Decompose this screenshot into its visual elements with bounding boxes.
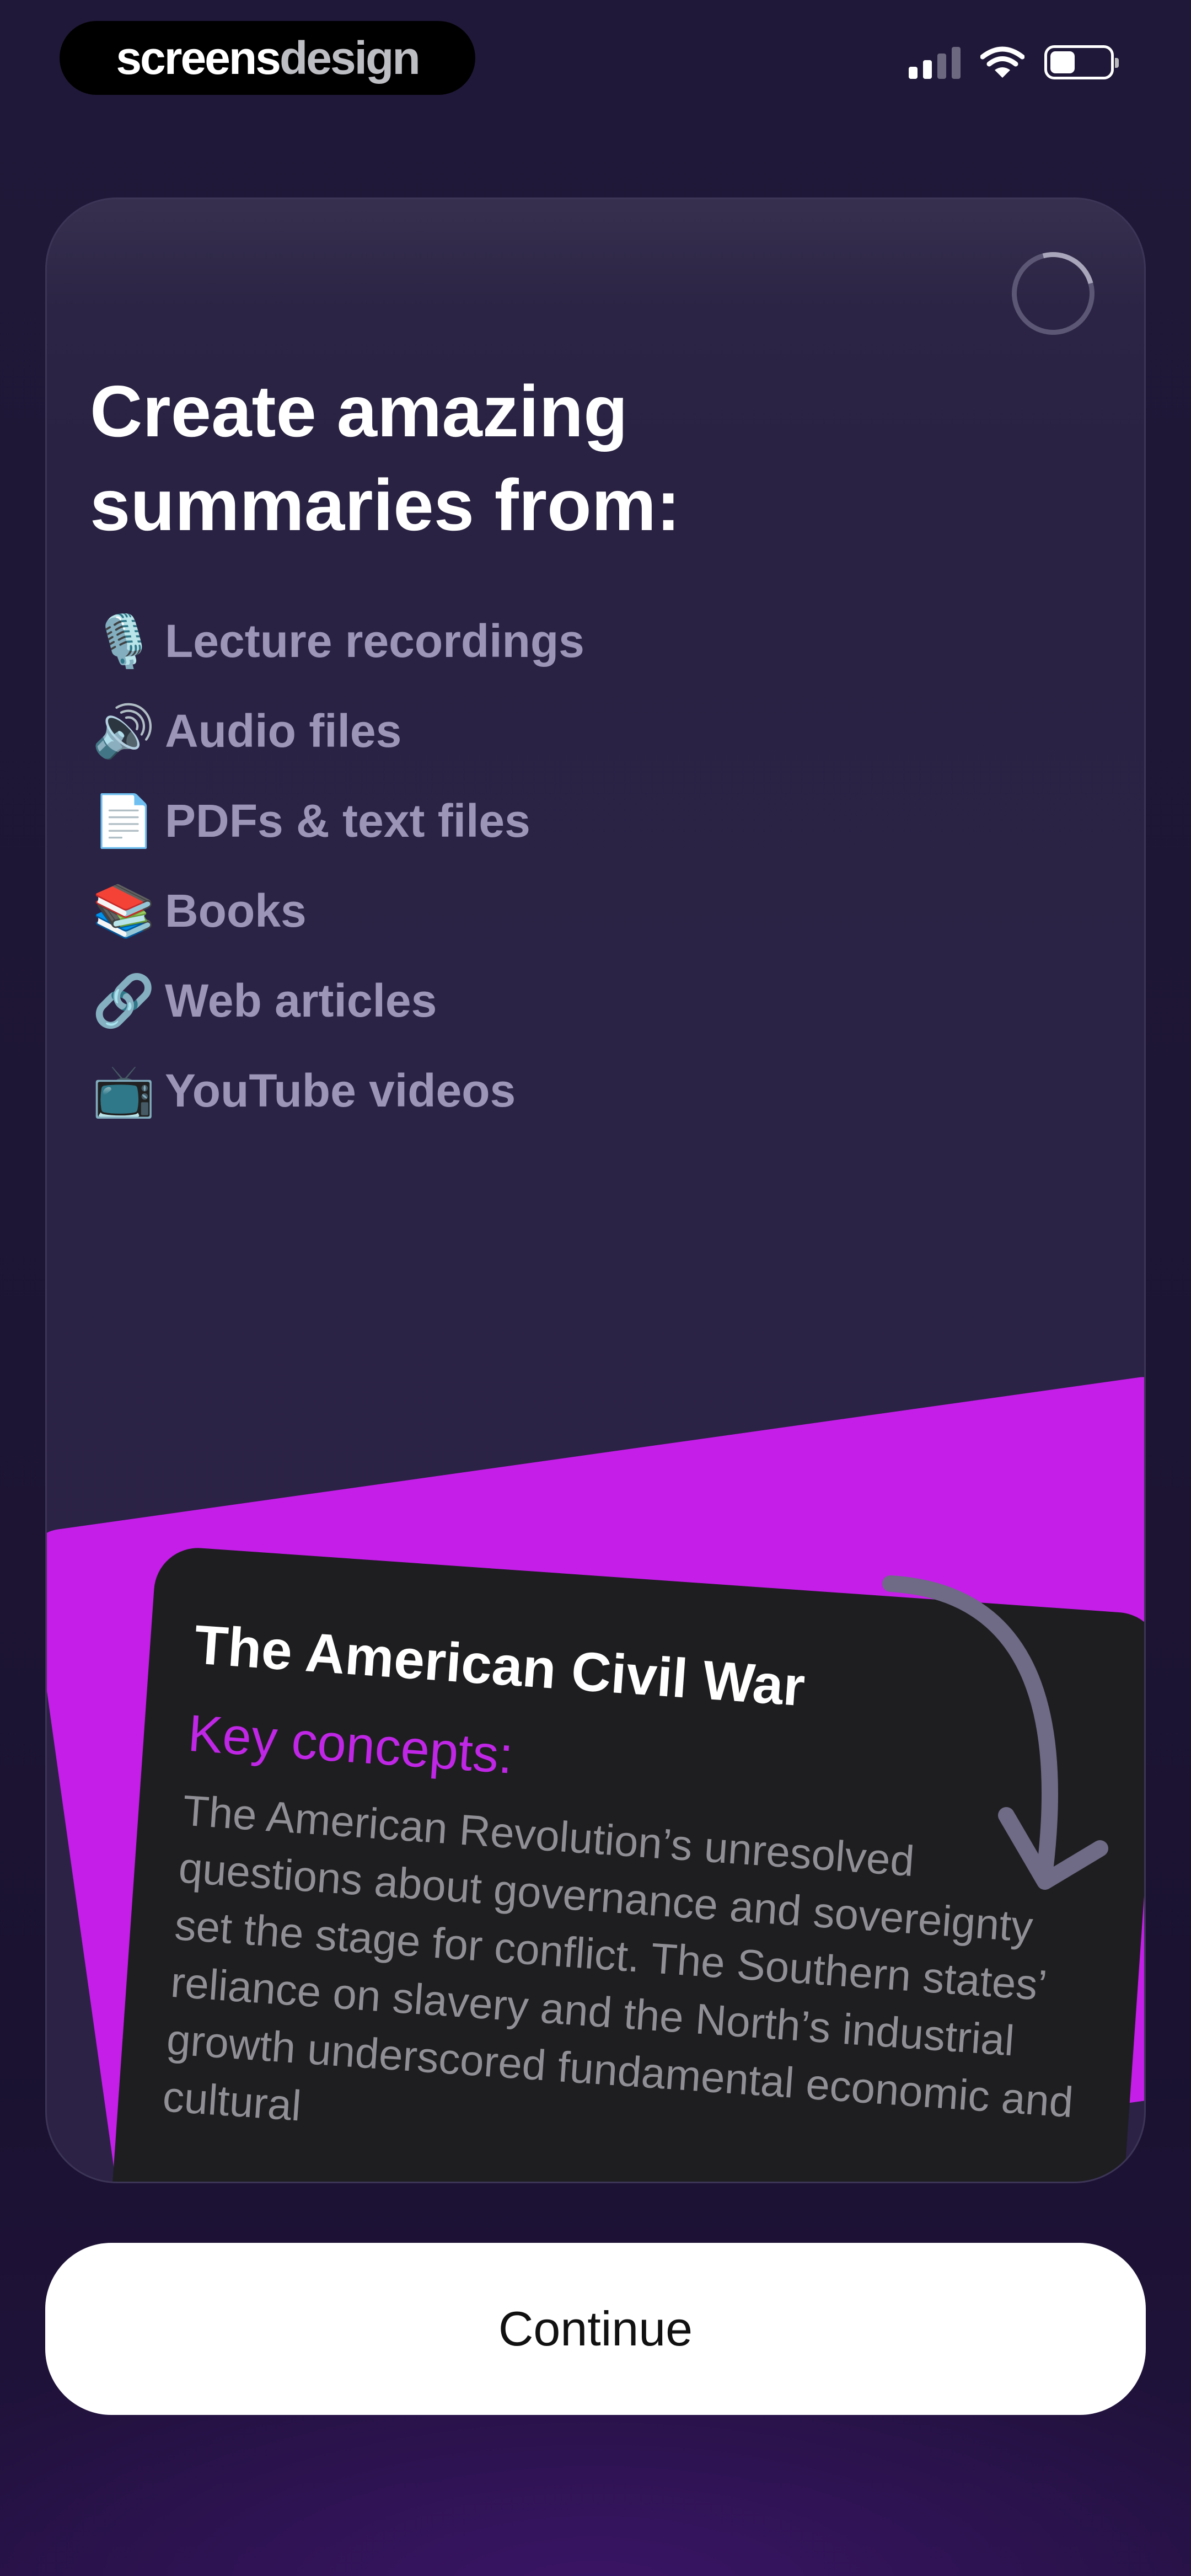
feature-label: Lecture recordings (165, 615, 584, 667)
feature-list: 🎙️ Lecture recordings 🔊 Audio files 📄 PD… (92, 596, 584, 1136)
continue-button[interactable]: Continue (45, 2243, 1146, 2415)
document-icon: 📄 (92, 793, 155, 849)
badge-text-design: design (279, 31, 421, 84)
headline: Create amazing summaries from: (90, 371, 681, 546)
speaker-icon: 🔊 (92, 703, 155, 760)
feature-item-pdfs-text-files: 📄 PDFs & text files (92, 776, 584, 866)
feature-item-books: 📚 Books (92, 866, 584, 956)
onboarding-card: Create amazing summaries from: 🎙️ Lectur… (45, 197, 1146, 2183)
link-icon: 🔗 (92, 972, 155, 1029)
cellular-signal-icon (909, 46, 961, 79)
battery-icon (1044, 45, 1119, 79)
feature-item-audio-files: 🔊 Audio files (92, 686, 584, 776)
card-top-glow (47, 199, 1144, 309)
curved-arrow-icon (882, 1575, 1108, 1890)
feature-label: Audio files (165, 705, 402, 757)
feature-item-youtube-videos: 📺 YouTube videos (92, 1046, 584, 1136)
feature-item-lecture-recordings: 🎙️ Lecture recordings (92, 596, 584, 686)
status-icons (909, 45, 1119, 79)
books-icon: 📚 (92, 883, 155, 939)
feature-label: PDFs & text files (165, 795, 530, 847)
feature-label: Books (165, 885, 307, 937)
feature-label: YouTube videos (165, 1065, 516, 1116)
microphone-icon: 🎙️ (92, 613, 155, 670)
tv-icon: 📺 (92, 1062, 155, 1119)
feature-label: Web articles (165, 975, 437, 1027)
screensdesign-badge: screens design (60, 21, 475, 95)
wifi-icon (980, 46, 1024, 78)
badge-text-screens: screens (116, 31, 281, 84)
feature-item-web-articles: 🔗 Web articles (92, 956, 584, 1046)
